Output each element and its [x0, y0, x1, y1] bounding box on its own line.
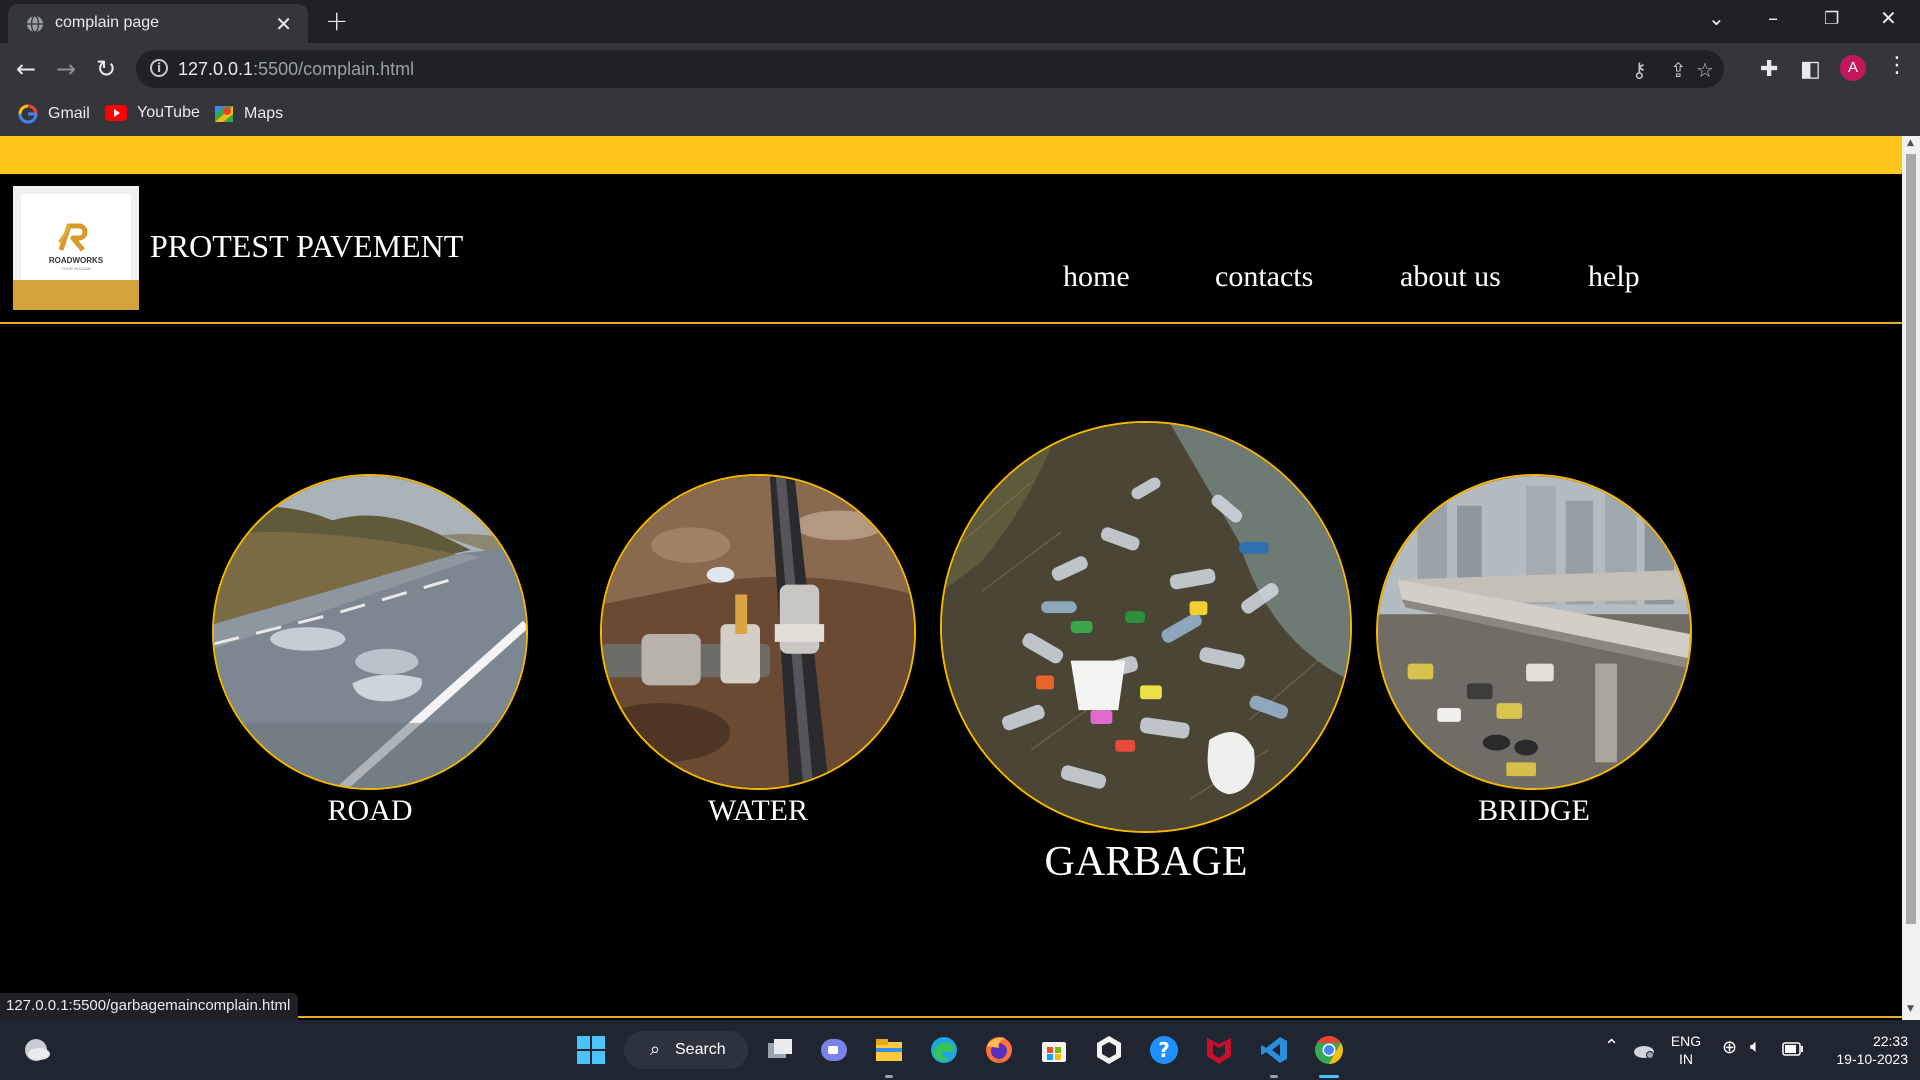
battery-icon[interactable] — [1782, 1042, 1804, 1056]
link-status-bubble: 127.0.0.1:5500/garbagemaincomplain.html — [0, 993, 299, 1020]
vscode-icon[interactable] — [1258, 1034, 1290, 1066]
svg-text:?: ? — [1158, 1038, 1170, 1062]
tab-search-icon[interactable]: ⌄ — [1708, 6, 1725, 30]
region-code: IN — [1679, 1051, 1693, 1067]
nav-contacts[interactable]: contacts — [1215, 260, 1313, 294]
garbage-category-label[interactable]: GARBAGE — [940, 838, 1352, 886]
back-icon[interactable]: ← — [16, 55, 36, 83]
bookmark-star-icon[interactable]: ☆ — [1696, 58, 1714, 82]
profile-avatar[interactable]: A — [1840, 55, 1866, 81]
youtube-icon — [105, 105, 127, 121]
teams-chat-icon[interactable] — [818, 1034, 850, 1066]
taskbar-search-label: Search — [675, 1041, 726, 1058]
bridge-category-label[interactable]: BRIDGE — [1376, 794, 1692, 828]
site-title: PROTEST PAVEMENT — [150, 228, 464, 264]
help-icon[interactable]: ? — [1148, 1034, 1180, 1066]
chrome-active-indicator — [1319, 1075, 1339, 1078]
new-tab-button[interactable]: + — [325, 4, 348, 37]
clock[interactable]: 22:33 19-10-2023 — [1812, 1032, 1908, 1068]
extensions-icon[interactable]: ✚ — [1760, 57, 1778, 82]
page-scrollbar[interactable]: ▲ ▼ — [1902, 136, 1920, 1020]
forward-icon[interactable]: → — [56, 55, 76, 83]
road-logo-icon — [57, 223, 88, 252]
maps-icon — [215, 106, 233, 122]
browser-tab[interactable]: complain page ✕ — [8, 4, 308, 43]
language-code: ENG — [1670, 1033, 1702, 1049]
windows-start-icon[interactable] — [575, 1034, 607, 1066]
bookmark-gmail[interactable]: Gmail — [18, 104, 90, 128]
nav-about-us[interactable]: about us — [1400, 260, 1501, 294]
weather-icon[interactable] — [20, 1034, 52, 1066]
page-viewport: ROADWORKS YOUR SLOGAN PROTEST PAVEMENT h… — [0, 136, 1920, 1020]
nav-help[interactable]: help — [1588, 260, 1640, 294]
reload-icon[interactable]: ↻ — [96, 55, 116, 83]
globe-icon — [27, 15, 43, 33]
bridge-category-image[interactable] — [1376, 474, 1692, 790]
language-indicator[interactable]: ENG IN — [1666, 1032, 1706, 1068]
water-category-label[interactable]: WATER — [600, 794, 916, 828]
network-globe-icon[interactable]: ⊕ — [1722, 1037, 1737, 1058]
search-icon: ⌕ — [650, 1039, 661, 1060]
garbage-category-image[interactable] — [940, 421, 1352, 833]
site-logo[interactable]: ROADWORKS YOUR SLOGAN — [13, 186, 139, 310]
task-view-icon[interactable] — [764, 1034, 796, 1066]
scrollbar-thumb[interactable] — [1906, 154, 1916, 924]
tab-close-icon[interactable]: ✕ — [275, 12, 292, 36]
app-hexagon-icon[interactable] — [1093, 1034, 1125, 1066]
password-key-icon[interactable]: ⚷ — [1632, 58, 1647, 82]
header-divider — [0, 322, 1902, 324]
url-host: 127.0.0.1 — [178, 59, 254, 79]
tab-title: complain page — [55, 14, 160, 31]
bookmark-youtube[interactable]: YouTube — [105, 104, 200, 128]
nav-home[interactable]: home — [1063, 260, 1130, 294]
url-path: :5500/complain.html — [253, 59, 415, 79]
bookmark-label: Gmail — [48, 105, 90, 122]
logo-slogan: YOUR SLOGAN — [61, 266, 91, 271]
browser-toolbar: ← → ↻ i 127.0.0.1:5500/complain.html ⚷ ⇪… — [0, 43, 1920, 95]
taskbar-search-box[interactable]: ⌕ Search — [624, 1031, 748, 1069]
clock-date: 19-10-2023 — [1836, 1051, 1908, 1067]
site-info-icon[interactable]: i — [150, 59, 168, 77]
window-close-icon[interactable]: ✕ — [1880, 6, 1897, 30]
scroll-up-icon[interactable]: ▲ — [1907, 138, 1914, 148]
menu-icon[interactable]: ⋮ — [1886, 53, 1908, 78]
vscode-running-indicator — [1270, 1075, 1278, 1078]
bookmark-maps[interactable]: Maps — [214, 104, 283, 128]
tray-overflow-icon[interactable]: ⌃ — [1604, 1036, 1619, 1057]
road-category-label[interactable]: ROAD — [212, 794, 528, 828]
onedrive-icon[interactable] — [1632, 1038, 1656, 1062]
clock-time: 22:33 — [1872, 1033, 1908, 1049]
address-bar[interactable]: i 127.0.0.1:5500/complain.html ⚷ ⇪ ☆ — [136, 50, 1724, 88]
bookmark-label: Maps — [244, 105, 284, 122]
google-icon — [18, 104, 38, 124]
logo-brand: ROADWORKS — [48, 256, 104, 265]
explorer-running-indicator — [885, 1075, 893, 1078]
scroll-down-icon[interactable]: ▼ — [1907, 1004, 1914, 1014]
chrome-icon[interactable] — [1313, 1034, 1345, 1066]
bookmarks-bar: Gmail YouTube Maps — [0, 95, 1920, 136]
road-category-image[interactable] — [212, 474, 528, 790]
taskbar: ⌕ Search ? ⌃ ENG IN ⊕ 🔈︎ 22:33 19-10-202… — [0, 1020, 1920, 1080]
microsoft-store-icon[interactable] — [1038, 1034, 1070, 1066]
logo-band — [13, 280, 139, 310]
minimize-icon[interactable]: – — [1768, 6, 1778, 30]
water-category-image[interactable] — [600, 474, 916, 790]
share-icon[interactable]: ⇪ — [1670, 58, 1687, 82]
firefox-icon[interactable] — [983, 1034, 1015, 1066]
top-accent-strip — [0, 136, 1902, 174]
file-explorer-icon[interactable] — [873, 1034, 905, 1066]
url-text[interactable]: 127.0.0.1:5500/complain.html — [178, 59, 414, 80]
volume-icon[interactable]: 🔈︎ — [1750, 1036, 1761, 1057]
edge-icon[interactable] — [928, 1034, 960, 1066]
restore-icon[interactable]: ❐ — [1824, 9, 1839, 29]
side-panel-icon[interactable]: ◧ — [1800, 57, 1821, 82]
browser-tab-strip: complain page ✕ + ⌄ – ❐ ✕ — [0, 0, 1920, 43]
bookmark-label: YouTube — [137, 104, 200, 121]
mcafee-icon[interactable] — [1203, 1034, 1235, 1066]
